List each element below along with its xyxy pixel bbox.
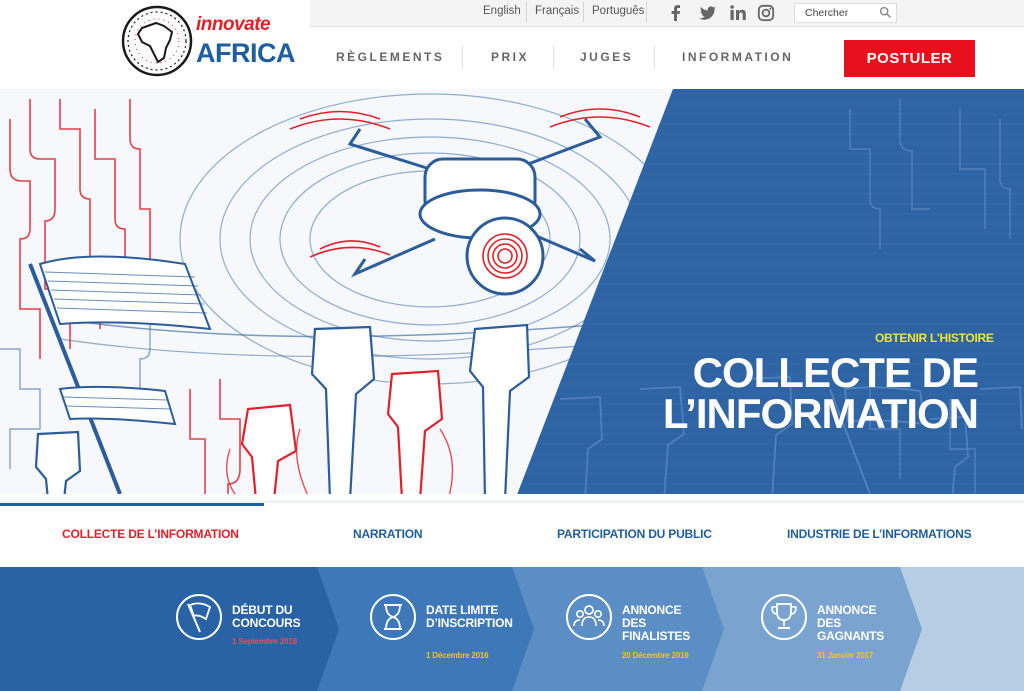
divider: [553, 46, 554, 68]
divider: [583, 2, 584, 22]
timeline: DÉBUT DU CONCOURS 1 Septembre 2016 DATE …: [0, 567, 1024, 691]
instagram-icon[interactable]: [757, 4, 775, 22]
nav-item-reglements[interactable]: RÈGLEMENTS: [336, 50, 444, 64]
nav-item-prix[interactable]: PRIX: [491, 50, 529, 64]
timeline-step-title: DÉBUT DU CONCOURS: [232, 603, 301, 630]
divider: [646, 2, 647, 22]
category-tabs: COLLECTE DE L’INFORMATION NARRATION PART…: [0, 500, 1024, 567]
brand-name-line1: innovate: [196, 14, 271, 35]
apply-button[interactable]: POSTULER: [844, 40, 975, 77]
timeline-step[interactable]: ANNONCE DES FINALISTES 20 Décembre 2016: [564, 567, 714, 691]
timeline-step[interactable]: ANNONCE DES GAGNANTS 31 Janvier 2017: [759, 567, 909, 691]
hero-illustration: [0, 89, 1024, 500]
timeline-step-date: 1 Décembre 2016: [426, 651, 489, 660]
hero-kicker: OBTENIR L'HISTOIRE: [875, 331, 994, 345]
language-english-link[interactable]: English: [483, 5, 521, 17]
linkedin-icon[interactable]: [729, 4, 747, 22]
page: innovate AFRICA English Français Portugu…: [0, 0, 1024, 691]
brand-name-line2: AFRICA: [196, 38, 296, 68]
timeline-step-date: 31 Janvier 2017: [817, 651, 874, 660]
timeline-step[interactable]: DATE LIMITE D’INSCRIPTION 1 Décembre 201…: [368, 567, 518, 691]
nav-item-information[interactable]: INFORMATION: [682, 50, 793, 64]
timeline-step-date: 1 Septembre 2016: [232, 637, 297, 646]
people-icon: [566, 594, 612, 640]
tab-collecte[interactable]: COLLECTE DE L’INFORMATION: [62, 527, 239, 541]
hero-title-line1: COLLECTE DE: [692, 349, 979, 396]
divider: [526, 2, 527, 22]
hero-banner: OBTENIR L'HISTOIRE COLLECTE DE L’INFORMA…: [0, 89, 1024, 500]
hero-title: COLLECTE DE L’INFORMATION: [558, 349, 979, 437]
search-icon[interactable]: [879, 6, 892, 19]
tab-narration[interactable]: NARRATION: [353, 527, 423, 541]
flag-icon: [176, 594, 222, 640]
timeline-step-date: 20 Décembre 2016: [622, 651, 689, 660]
hourglass-icon: [370, 594, 416, 640]
timeline-step-title: ANNONCE DES FINALISTES: [622, 603, 691, 643]
language-portuguese-link[interactable]: Português: [592, 5, 644, 17]
trophy-icon: [761, 594, 807, 640]
top-utility-bar: English Français Português Chercher: [310, 0, 1024, 27]
timeline-step[interactable]: DÉBUT DU CONCOURS 1 Septembre 2016: [174, 567, 324, 691]
divider: [654, 46, 655, 68]
timeline-step-title: DATE LIMITE D’INSCRIPTION: [426, 603, 513, 630]
language-french-link[interactable]: Français: [535, 5, 579, 17]
facebook-icon[interactable]: [667, 4, 685, 22]
timeline-step-title: ANNONCE DES GAGNANTS: [817, 603, 885, 643]
tab-participation[interactable]: PARTICIPATION DU PUBLIC: [557, 527, 712, 541]
hero-title-line2: L’INFORMATION: [662, 390, 979, 437]
africa-globe-logo-icon: [121, 5, 193, 77]
nav-item-juges[interactable]: JUGES: [580, 50, 633, 64]
twitter-icon[interactable]: [699, 4, 717, 22]
active-tab-indicator: [0, 503, 264, 506]
tab-industrie[interactable]: INDUSTRIE DE L’INFORMATIONS: [787, 527, 972, 541]
site-header: innovate AFRICA English Français Portugu…: [0, 0, 1024, 89]
divider: [462, 46, 463, 68]
